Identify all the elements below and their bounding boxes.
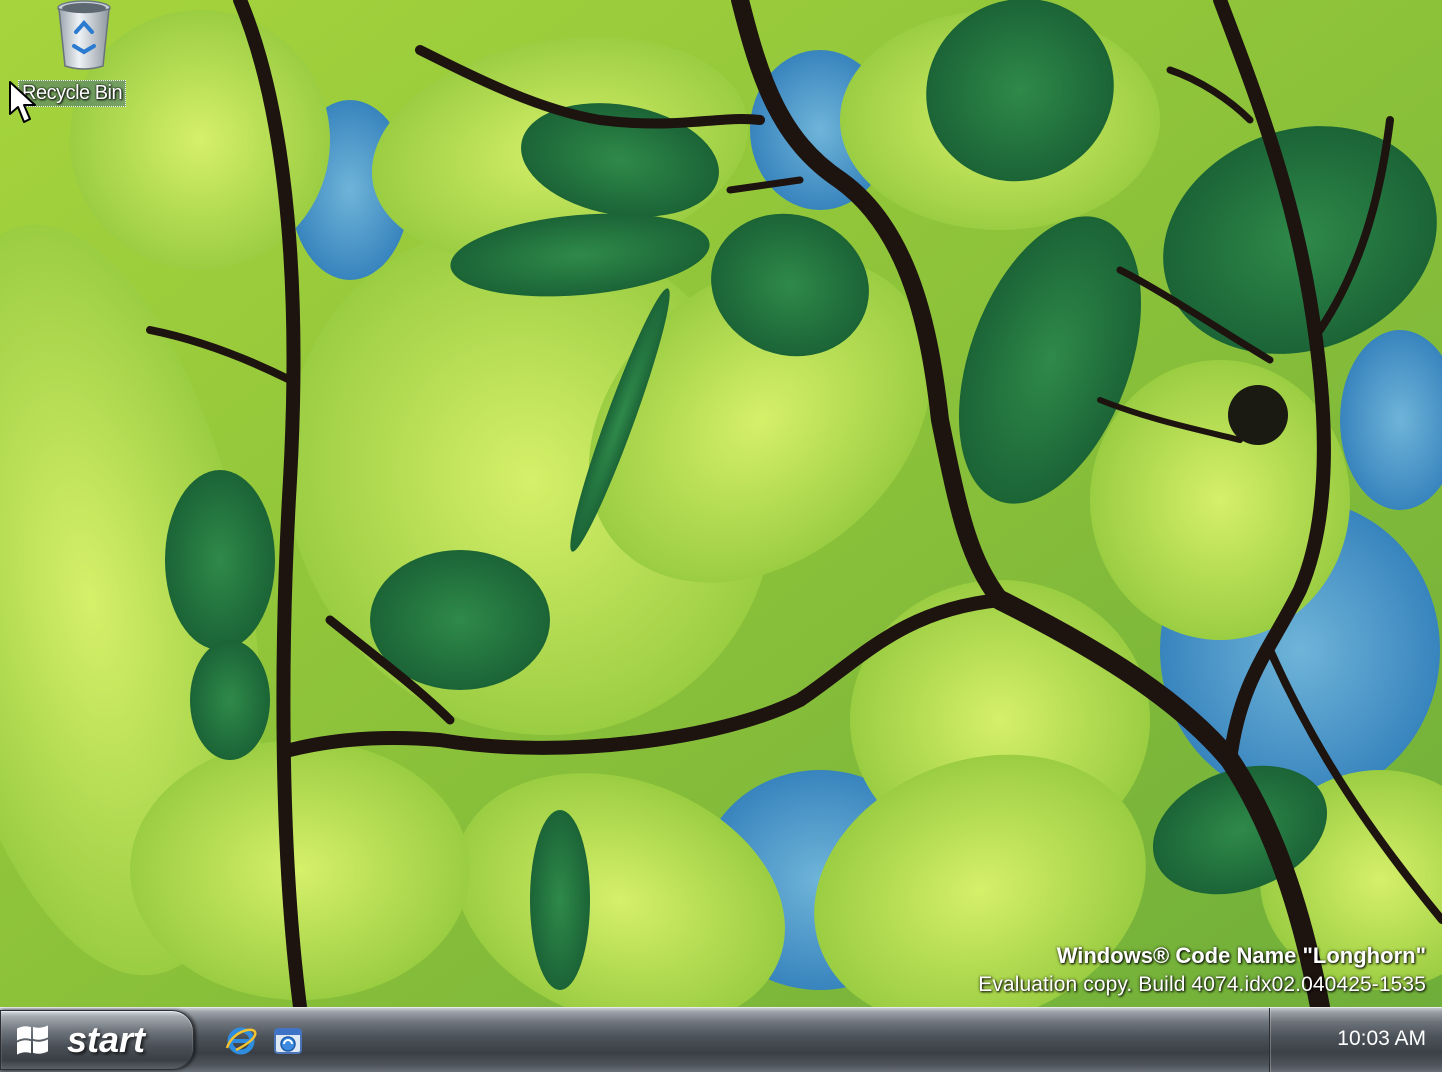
recycle-bin-label: Recycle Bin (18, 80, 127, 107)
clock[interactable]: 10:03 AM (1337, 1026, 1426, 1052)
system-tray: 10:03 AM (1269, 1008, 1442, 1072)
recycle-bin-icon (57, 0, 111, 70)
desktop[interactable]: Recycle Bin Windows® Code Name "Longhorn… (0, 0, 1442, 1007)
start-label: start (67, 1019, 146, 1060)
windows-logo-icon (17, 1025, 48, 1055)
internet-explorer-icon[interactable] (224, 1024, 258, 1058)
green-leaves-wallpaper (0, 0, 1442, 1007)
watermark-product-name: Windows® Code Name "Longhorn" (1056, 943, 1426, 968)
show-desktop-icon[interactable] (272, 1024, 306, 1058)
build-watermark: Windows® Code Name "Longhorn" Evaluation… (978, 941, 1426, 999)
taskbar: start 10:03 AM (0, 1007, 1442, 1072)
watermark-build-info: Evaluation copy. Build 4074.idx02.040425… (978, 973, 1426, 996)
start-button[interactable]: start (0, 1010, 194, 1070)
recycle-bin-shortcut[interactable]: Recycle Bin (14, 0, 150, 120)
